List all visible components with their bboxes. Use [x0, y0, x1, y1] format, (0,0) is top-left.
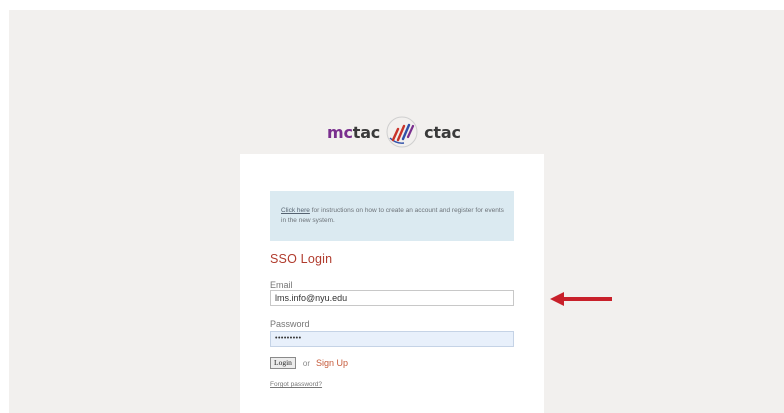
click-here-link[interactable]: Click here — [281, 207, 310, 214]
email-label: Email — [270, 280, 293, 290]
or-separator: or — [302, 358, 311, 368]
logo-ctac-text: ctac — [424, 122, 461, 142]
login-button[interactable]: Login — [270, 357, 296, 369]
login-actions: Login or Sign Up — [270, 357, 348, 369]
login-card: Click here for instructions on how to cr… — [240, 154, 544, 413]
logo-tac-text: tac — [352, 122, 381, 142]
page-title: SSO Login — [270, 252, 333, 266]
forgot-password-link[interactable]: Forgot password? — [270, 381, 322, 388]
left-arrow-icon — [550, 292, 612, 306]
mctac-ctac-slash-mark-icon — [386, 116, 418, 148]
info-notice: Click here for instructions on how to cr… — [270, 191, 514, 241]
info-notice-text: for instructions on how to create an acc… — [281, 207, 504, 224]
email-field[interactable]: lms.info@nyu.edu — [270, 290, 514, 306]
sign-up-link[interactable]: Sign Up — [316, 358, 348, 368]
site-logo: mc tac ctac — [327, 114, 461, 150]
password-field[interactable]: ••••••••• — [270, 331, 514, 347]
password-label: Password — [270, 319, 310, 329]
logo-mc-text: mc — [327, 122, 353, 142]
